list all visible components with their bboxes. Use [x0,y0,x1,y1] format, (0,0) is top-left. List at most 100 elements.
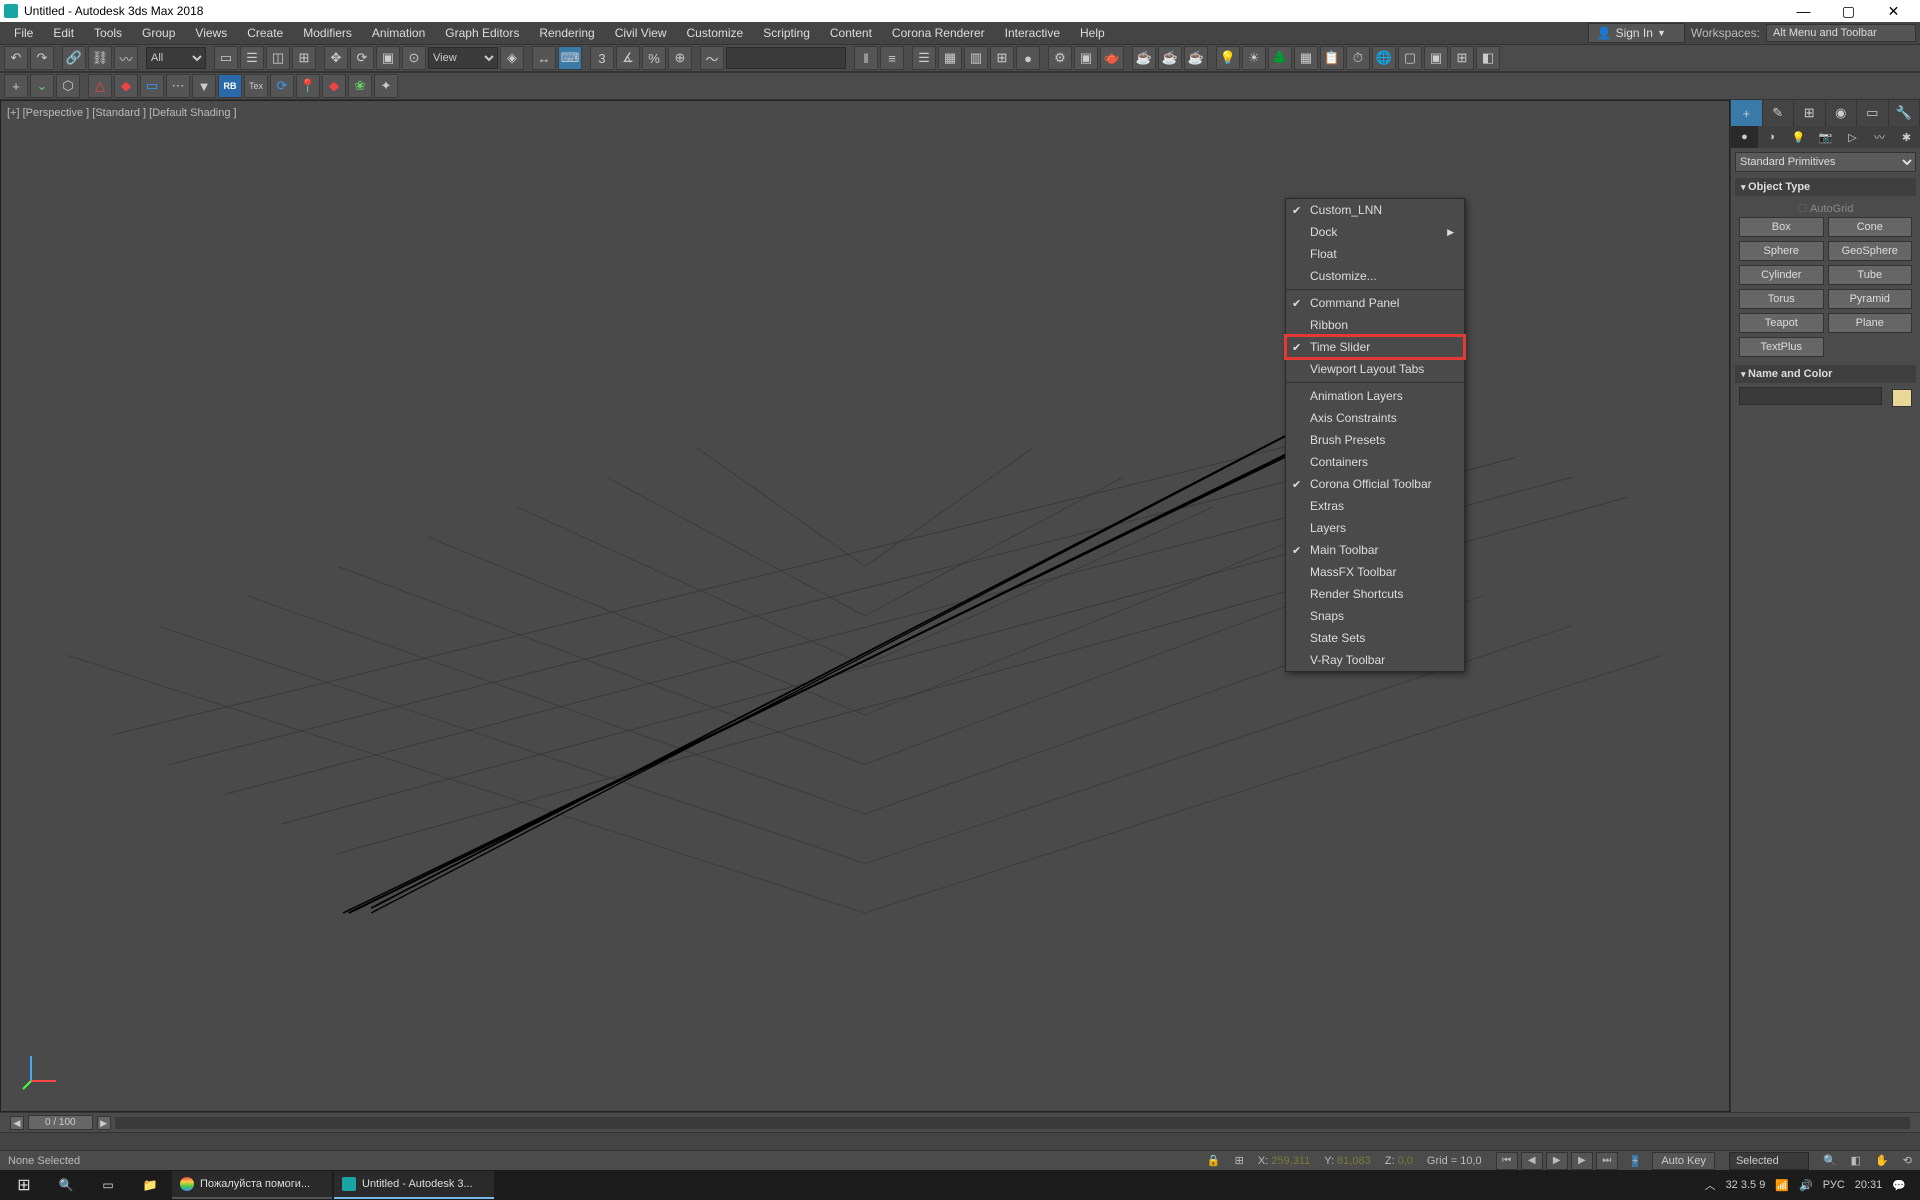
subtab-systems[interactable]: ✱ [1893,126,1920,148]
menu-content[interactable]: Content [820,26,882,40]
context-menu-item-layers[interactable]: Layers [1286,517,1464,539]
select-object-icon[interactable]: ▭ [214,46,238,70]
search-icon[interactable]: 🔍 [46,1171,86,1199]
box2-icon[interactable]: ▢ [1398,46,1422,70]
stopwatch-icon[interactable]: ⏱ [1346,46,1370,70]
context-menu-item-corona-official-toolbar[interactable]: ✔Corona Official Toolbar [1286,473,1464,495]
prev-key-button[interactable]: ◀ [1521,1152,1543,1170]
unlink-icon[interactable]: ⛓ [88,46,112,70]
context-menu-item-v-ray-toolbar[interactable]: V-Ray Toolbar [1286,649,1464,671]
selection-filter-select[interactable]: All [146,47,206,69]
object-color-swatch[interactable] [1892,389,1912,407]
proxy-icon[interactable]: ◧ [1476,46,1500,70]
menu-corona-renderer[interactable]: Corona Renderer [882,26,995,40]
primitive-cone-button[interactable]: Cone [1828,217,1913,237]
corona-vfb-icon[interactable]: ☕ [1184,46,1208,70]
named-selection-input[interactable] [726,47,846,69]
menu-file[interactable]: File [4,26,43,40]
primitive-cylinder-button[interactable]: Cylinder [1739,265,1824,285]
percent-snap-icon[interactable]: % [642,46,666,70]
tree-icon[interactable]: 🌲 [1268,46,1292,70]
close-button[interactable]: ✕ [1871,0,1916,22]
context-menu-item-extras[interactable]: Extras [1286,495,1464,517]
scatter-icon[interactable]: ⊞ [1450,46,1474,70]
menu-customize[interactable]: Customize [677,26,754,40]
flag-icon[interactable]: ▼ [192,74,216,98]
primitive-pyramid-button[interactable]: Pyramid [1828,289,1913,309]
pin-icon[interactable]: 📍 [296,74,320,98]
tab-display[interactable]: ▭ [1857,100,1889,126]
context-menu-item-main-toolbar[interactable]: ✔Main Toolbar [1286,539,1464,561]
curve-editor-icon[interactable]: 〜 [700,46,724,70]
tray-volume-icon[interactable]: 🔊 [1799,1179,1813,1192]
keyfilter-select[interactable] [1729,1152,1809,1170]
bind-space-warp-icon[interactable]: 〰 [114,46,138,70]
manipulate-icon[interactable]: ↔ [532,46,556,70]
key-plus-icon[interactable]: + [1632,1155,1638,1167]
screen-icon[interactable]: ▭ [140,74,164,98]
context-menu-item-dock[interactable]: Dock▶ [1286,221,1464,243]
angle-snap-icon[interactable]: ∡ [616,46,640,70]
goto-start-button[interactable]: ⏮ [1496,1152,1518,1170]
nav-orbit-icon[interactable]: ⟲ [1903,1154,1912,1167]
context-menu-item-command-panel[interactable]: ✔Command Panel [1286,292,1464,314]
maximize-button[interactable]: ▢ [1826,0,1871,22]
sign-in-button[interactable]: 👤 Sign In ▼ [1588,23,1685,43]
refresh-icon[interactable]: ⟳ [270,74,294,98]
taskbar-3dsmax[interactable]: Untitled - Autodesk 3... [334,1171,494,1199]
menu-graph-editors[interactable]: Graph Editors [435,26,529,40]
context-menu-item-axis-constraints[interactable]: Axis Constraints [1286,407,1464,429]
env-icon[interactable]: ▦ [1294,46,1318,70]
context-menu-item-brush-presets[interactable]: Brush Presets [1286,429,1464,451]
context-menu-item-render-shortcuts[interactable]: Render Shortcuts [1286,583,1464,605]
layer-explorer-icon[interactable]: ☰ [912,46,936,70]
menu-views[interactable]: Views [185,26,237,40]
selection-region-icon[interactable]: ◫ [266,46,290,70]
tab-motion[interactable]: ◉ [1826,100,1858,126]
rb-button[interactable]: RB [218,74,242,98]
window-crossing-icon[interactable]: ⊞ [292,46,316,70]
menu-scripting[interactable]: Scripting [753,26,820,40]
rotate-icon[interactable]: ⟳ [350,46,374,70]
menu-help[interactable]: Help [1070,26,1115,40]
tray-notifications-icon[interactable]: 💬 [1892,1179,1906,1192]
context-menu-item-animation-layers[interactable]: Animation Layers [1286,385,1464,407]
track-bar[interactable] [0,1132,1920,1150]
time-slider[interactable]: ◀ 0 / 100 ▶ [0,1112,1920,1132]
prev-frame-button[interactable]: ◀ [10,1116,24,1130]
nav-pan-icon[interactable]: ✋ [1875,1154,1889,1167]
tray-lang[interactable]: РУС [1823,1179,1845,1191]
workspace-select[interactable] [1766,24,1916,42]
sun-icon[interactable]: ☀ [1242,46,1266,70]
corona-render-icon[interactable]: ☕ [1132,46,1156,70]
context-menu-item-massfx-toolbar[interactable]: MassFX Toolbar [1286,561,1464,583]
select-by-name-icon[interactable]: ☰ [240,46,264,70]
subtab-cameras[interactable]: 📷 [1812,126,1839,148]
subtab-geometry[interactable]: ● [1731,126,1758,148]
move-icon[interactable]: ✥ [324,46,348,70]
context-menu-item-float[interactable]: Float [1286,243,1464,265]
expand-icon[interactable]: ⌄ [30,74,54,98]
subtab-shapes[interactable]: ◑ [1758,126,1785,148]
autogrid-checkbox[interactable]: ☐ AutoGrid [1739,200,1912,217]
snap-toggle-icon[interactable]: 3 [590,46,614,70]
context-menu-item-containers[interactable]: Containers [1286,451,1464,473]
next-frame-button[interactable]: ▶ [97,1116,111,1130]
start-button[interactable]: ⊞ [4,1171,44,1199]
diamond-icon[interactable]: ◆ [114,74,138,98]
subtab-spacewarps[interactable]: 〰 [1866,126,1893,148]
taskbar-chrome[interactable]: Пожалуйста помоги... [172,1171,332,1199]
primitive-plane-button[interactable]: Plane [1828,313,1913,333]
clipboard-icon[interactable]: 📋 [1320,46,1344,70]
hexagon-icon[interactable]: ⬡ [56,74,80,98]
curve-editor2-icon[interactable]: ▥ [964,46,988,70]
sparkle-icon[interactable]: ✦ [374,74,398,98]
spinner-snap-icon[interactable]: ⊕ [668,46,692,70]
material-editor-icon[interactable]: ● [1016,46,1040,70]
pivot-icon[interactable]: ◈ [500,46,524,70]
primitive-box-button[interactable]: Box [1739,217,1824,237]
menu-rendering[interactable]: Rendering [529,26,604,40]
task-view-icon[interactable]: ▭ [88,1171,128,1199]
subtab-lights[interactable]: 💡 [1785,126,1812,148]
render-setup-icon[interactable]: ⚙ [1048,46,1072,70]
